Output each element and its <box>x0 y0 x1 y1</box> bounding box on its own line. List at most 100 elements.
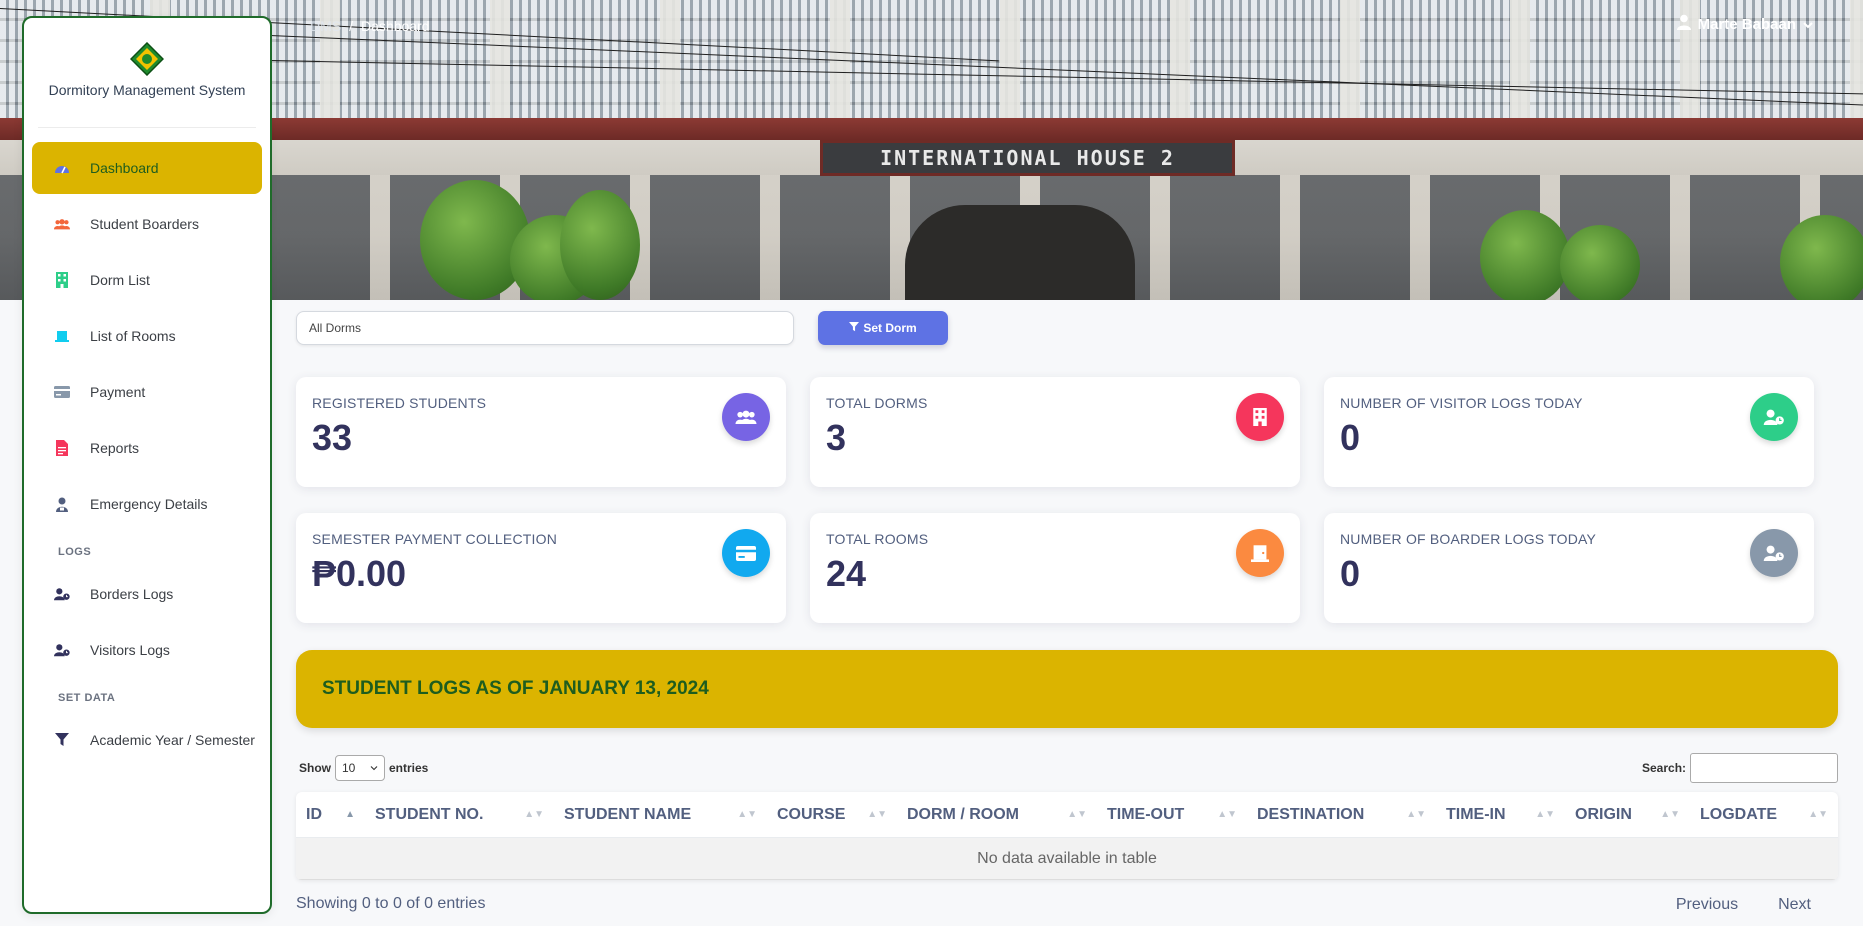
column-header-id[interactable]: ID ▲ <box>296 792 365 838</box>
table-search-control: Search: <box>1642 753 1839 783</box>
sidebar-item-list-of-rooms[interactable]: List of Rooms <box>32 310 262 362</box>
stat-label: TOTAL DORMS <box>826 395 928 411</box>
set-dorm-button-label: Set Dorm <box>863 321 917 335</box>
column-header-destination[interactable]: DESTINATION ▲▼ <box>1247 792 1436 838</box>
breadcrumb-root-link[interactable]: DMS <box>310 18 341 34</box>
users-icon <box>54 216 70 232</box>
table-pagination: Previous Next <box>1676 896 1811 914</box>
users-icon <box>722 393 770 441</box>
next-button[interactable]: Next <box>1778 896 1811 914</box>
stat-card-semester-payment: SEMESTER PAYMENT COLLECTION ₱0.00 <box>296 513 786 623</box>
stat-label: NUMBER OF BOARDER LOGS TODAY <box>1340 531 1597 547</box>
sidebar-item-reports[interactable]: Reports <box>32 422 262 474</box>
sidebar-item-visitors-logs[interactable]: Visitors Logs <box>32 624 262 676</box>
sidebar-item-dorm-list[interactable]: Dorm List <box>32 254 262 306</box>
breadcrumb-separator: / <box>349 18 354 34</box>
room-icon <box>54 328 70 344</box>
entries-per-page-value: 10 <box>342 761 356 775</box>
sort-icon: ▲▼ <box>1535 808 1555 820</box>
stat-value: 3 <box>826 417 847 458</box>
stat-label: REGISTERED STUDENTS <box>312 395 487 411</box>
dashboard-icon <box>54 160 70 176</box>
building-icon <box>1236 393 1284 441</box>
sidebar-item-label: Dashboard <box>90 160 159 176</box>
user-menu[interactable]: Marte Babaan <box>1676 14 1813 34</box>
breadcrumb-current: Dashboard <box>361 18 430 34</box>
table-info: Showing 0 to 0 of 0 entries <box>296 895 486 912</box>
sidebar-item-label: Borders Logs <box>90 586 174 602</box>
user-clock-icon <box>54 642 70 658</box>
stat-value: ₱0.00 <box>312 553 407 594</box>
column-header-student-name[interactable]: STUDENT NAME ▲▼ <box>554 792 767 838</box>
sidebar-item-dashboard[interactable]: Dashboard <box>32 142 262 194</box>
stat-label: TOTAL ROOMS <box>826 531 929 547</box>
sidebar-item-label: Academic Year / Semester <box>90 732 255 748</box>
sort-icon: ▲▼ <box>1067 808 1087 820</box>
breadcrumb: DMS / Dashboard <box>310 18 430 34</box>
user-icon <box>1676 14 1691 34</box>
set-dorm-button[interactable]: Set Dorm <box>818 311 948 345</box>
student-logs-banner: STUDENT LOGS AS OF JANUARY 13, 2024 <box>296 650 1838 728</box>
stat-label: NUMBER OF VISITOR LOGS TODAY <box>1340 395 1583 411</box>
entries-label: entries <box>389 761 429 775</box>
column-header-course[interactable]: COURSE ▲▼ <box>767 792 897 838</box>
column-header-logdate[interactable]: LOGDATE ▲▼ <box>1690 792 1838 838</box>
sidebar-item-academic-year[interactable]: Academic Year / Semester <box>32 714 262 766</box>
chevron-down-icon <box>370 766 378 771</box>
sidebar-item-label: Reports <box>90 440 140 456</box>
stat-card-total-rooms: TOTAL ROOMS 24 <box>810 513 1300 623</box>
sidebar-item-label: Visitors Logs <box>90 642 170 658</box>
hero-banner: INTERNATIONAL HOUSE 2 <box>0 0 1863 300</box>
sidebar-item-label: Student Boarders <box>90 216 199 232</box>
user-clock-icon <box>1750 529 1798 577</box>
search-input[interactable] <box>1690 753 1839 783</box>
student-logs-title: STUDENT LOGS AS OF JANUARY 13, 2024 <box>322 678 709 699</box>
brand-title: Dormitory Management System <box>48 82 246 98</box>
sidebar: Dormitory Management System Dashboard St… <box>22 16 272 914</box>
previous-button[interactable]: Previous <box>1676 896 1738 914</box>
sort-icon: ▲▼ <box>1660 808 1680 820</box>
column-header-student-no[interactable]: STUDENT NO. ▲▼ <box>365 792 554 838</box>
stat-value: 0 <box>1340 553 1361 594</box>
credit-card-icon <box>54 384 70 400</box>
column-header-dorm-room[interactable]: DORM / ROOM ▲▼ <box>897 792 1097 838</box>
table-length-control: Show 10 entries <box>299 755 428 781</box>
sidebar-item-payment[interactable]: Payment <box>32 366 262 418</box>
user-name: Marte Babaan <box>1697 15 1796 33</box>
building-icon <box>54 272 70 288</box>
sort-icon: ▲▼ <box>524 808 544 820</box>
sidebar-item-label: List of Rooms <box>90 328 176 344</box>
entries-per-page-select[interactable]: 10 <box>335 755 385 781</box>
chevron-down-icon <box>1803 16 1813 33</box>
dorm-select[interactable]: All Dorms <box>296 311 794 345</box>
stat-card-boarder-logs: NUMBER OF BOARDER LOGS TODAY 0 <box>1324 513 1814 623</box>
brand: Dormitory Management System <box>38 18 256 128</box>
show-label: Show <box>299 761 331 775</box>
sidebar-nav: Dashboard Student Boarders Dorm List Lis… <box>24 128 270 766</box>
student-logs-table: ID ▲ STUDENT NO. ▲▼ STUDENT NAME ▲▼ COURSE ▲… <box>296 792 1838 880</box>
stat-label: SEMESTER PAYMENT COLLECTION <box>312 531 557 547</box>
sort-icon: ▲▼ <box>1406 808 1426 820</box>
column-header-origin[interactable]: ORIGIN ▲▼ <box>1565 792 1690 838</box>
sidebar-item-student-boarders[interactable]: Student Boarders <box>32 198 262 250</box>
sidebar-item-label: Dorm List <box>90 272 150 288</box>
credit-card-icon <box>722 529 770 577</box>
sort-icon: ▲▼ <box>1808 808 1828 820</box>
filter-icon <box>54 732 70 748</box>
stat-value: 0 <box>1340 417 1361 458</box>
sort-icon: ▲▼ <box>1217 808 1237 820</box>
user-badge-icon <box>54 496 70 512</box>
dms-logo-icon <box>130 42 164 76</box>
nav-section-logs: LOGS <box>58 546 92 558</box>
column-header-time-out[interactable]: TIME-OUT ▲▼ <box>1097 792 1247 838</box>
filter-icon <box>849 321 860 335</box>
sidebar-item-emergency-details[interactable]: Emergency Details <box>32 478 262 530</box>
user-clock-icon <box>54 586 70 602</box>
column-header-time-in[interactable]: TIME-IN ▲▼ <box>1436 792 1565 838</box>
sidebar-item-borders-logs[interactable]: Borders Logs <box>32 568 262 620</box>
stat-value: 24 <box>826 553 867 594</box>
user-clock-icon <box>1750 393 1798 441</box>
building-sign: INTERNATIONAL HOUSE 2 <box>820 140 1235 176</box>
sidebar-item-label: Payment <box>90 384 146 400</box>
door-icon <box>1236 529 1284 577</box>
